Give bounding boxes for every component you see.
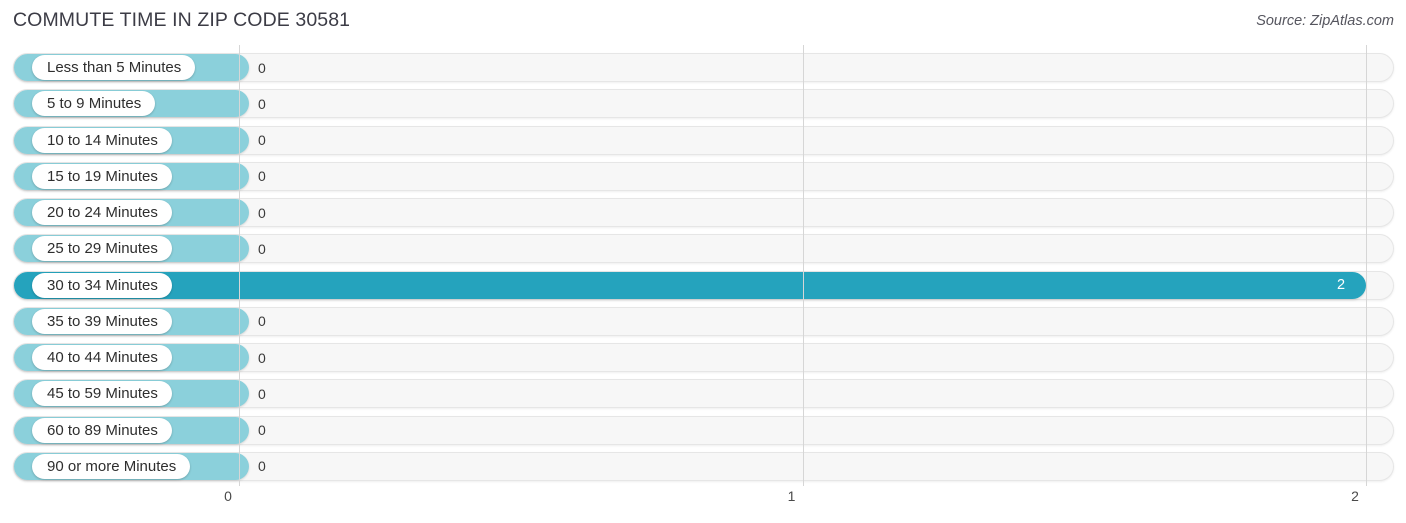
bar-category-label[interactable]: 25 to 29 Minutes (32, 236, 172, 262)
bar-value-label: 0 (258, 385, 266, 402)
x-axis-tick-label: 2 (1351, 488, 1359, 504)
x-axis-tick-label: 0 (224, 488, 232, 504)
bar-category-label-text: 60 to 89 Minutes (47, 421, 158, 439)
bar-category-label-text: 20 to 24 Minutes (47, 204, 158, 221)
bar-category-label[interactable]: Less than 5 Minutes (32, 55, 196, 80)
table-row[interactable]: Less than 5 Minutes 0 (13, 53, 1394, 82)
bar-value-label: 0 (258, 168, 266, 185)
bar-value-label: 0 (258, 349, 266, 366)
x-axis: 0 1 2 (0, 486, 1406, 523)
bar-category-label[interactable]: 10 to 14 Minutes (32, 127, 172, 153)
page-title: COMMUTE TIME IN ZIP CODE 30581 (13, 9, 351, 31)
table-row[interactable]: 15 to 19 Minutes 0 (13, 161, 1394, 191)
gridline (239, 45, 240, 486)
table-row[interactable]: 60 to 89 Minutes 0 (13, 415, 1394, 445)
chart-plot-area: Less than 5 Minutes 0 5 to 9 Minutes 0 10 to… (0, 45, 1406, 486)
bar-category-label[interactable]: 60 to 89 Minutes (32, 417, 172, 443)
bar-value-label: 0 (258, 422, 266, 438)
bar-value-label: 0 (258, 95, 266, 112)
bar-value-label: 0 (258, 240, 266, 257)
table-row[interactable]: 45 to 59 Minutes 0 (13, 379, 1394, 409)
gridline (1366, 45, 1367, 486)
bar-category-label-text: 5 to 9 Minutes (47, 95, 142, 113)
bar-category-label-text: 15 to 19 Minutes (47, 167, 158, 185)
bar-category-label[interactable]: 40 to 44 Minutes (32, 345, 172, 370)
table-row[interactable]: 10 to 14 Minutes 0 (13, 125, 1394, 155)
source-attribution: Source: ZipAtlas.com (1256, 13, 1394, 29)
table-row[interactable]: 5 to 9 Minutes 0 (13, 89, 1394, 119)
bar-value-label: 0 (258, 59, 266, 76)
bar-category-label[interactable]: 90 or more Minutes (32, 453, 191, 479)
bar-category-label[interactable]: 45 to 59 Minutes (32, 381, 172, 407)
bar-category-label[interactable]: 30 to 34 Minutes (32, 272, 172, 298)
bar-category-label[interactable]: 20 to 24 Minutes (32, 200, 172, 225)
bar-value-label: 0 (258, 204, 266, 221)
x-axis-tick-label: 1 (787, 488, 796, 504)
bar-category-label[interactable]: 5 to 9 Minutes (32, 91, 156, 117)
bar-category-label-text: 90 or more Minutes (47, 457, 177, 475)
table-row[interactable]: 20 to 24 Minutes 0 (13, 198, 1394, 227)
chart-header: COMMUTE TIME IN ZIP CODE 30581 Source: Z… (0, 0, 1406, 45)
bar-value-label: 0 (258, 458, 266, 475)
table-row[interactable]: 40 to 44 Minutes 0 (13, 343, 1394, 372)
bar-category-label-text: 40 to 44 Minutes (47, 349, 158, 366)
bar-category-label-text: 25 to 29 Minutes (47, 240, 158, 258)
table-row[interactable]: 30 to 34 Minutes 2 (13, 270, 1394, 300)
bar-category-label-text: Less than 5 Minutes (47, 59, 182, 76)
bar-fill (14, 271, 1366, 299)
bar-category-label-text: 35 to 39 Minutes (47, 312, 158, 330)
bar-value-label: 0 (258, 313, 266, 330)
bar-value-label: 0 (258, 132, 266, 148)
bar-category-label[interactable]: 15 to 19 Minutes (32, 163, 172, 189)
bar-value-label: 2 (1337, 277, 1346, 293)
table-row[interactable]: 35 to 39 Minutes 0 (13, 306, 1394, 336)
table-row[interactable]: 25 to 29 Minutes 0 (13, 234, 1394, 264)
table-row[interactable]: 90 or more Minutes 0 (13, 451, 1394, 481)
bar-category-label-text: 45 to 59 Minutes (47, 385, 158, 403)
bar-category-label-text: 10 to 14 Minutes (47, 131, 158, 149)
bar-category-label[interactable]: 35 to 39 Minutes (32, 308, 172, 334)
bar-category-label-text: 30 to 34 Minutes (47, 276, 158, 294)
gridline (802, 45, 804, 486)
bar-rows: Less than 5 Minutes 0 5 to 9 Minutes 0 10 to… (0, 45, 1406, 486)
